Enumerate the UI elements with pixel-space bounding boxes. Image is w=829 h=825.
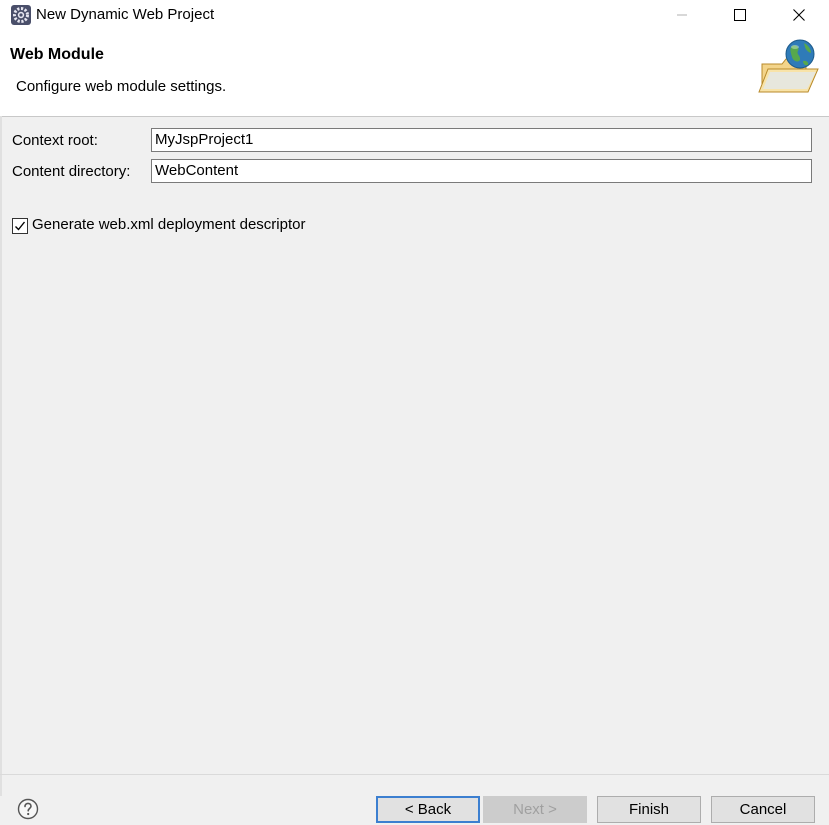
wizard-header: Web Module Configure web module settings… [0,30,829,117]
content-directory-label: Content directory: [12,163,131,180]
minimize-icon [677,14,687,16]
close-icon [793,9,805,21]
page-title: Web Module [10,46,104,63]
context-root-input[interactable]: MyJspProject1 [151,128,812,152]
checkmark-icon [15,221,26,231]
context-root-label: Context root: [12,132,98,149]
cancel-button[interactable]: Cancel [711,796,815,823]
maximize-icon [734,9,746,21]
page-description: Configure web module settings. [16,78,227,95]
web-folder-globe-icon [756,38,822,100]
help-icon[interactable] [17,798,39,820]
dialog-left-edge [0,116,2,796]
title-bar: New Dynamic Web Project [0,0,829,30]
minimize-button[interactable] [659,0,705,30]
back-button[interactable]: < Back [376,796,480,823]
eclipse-gear-icon [10,4,32,26]
generate-descriptor-label[interactable]: Generate web.xml deployment descriptor [32,216,305,233]
close-button[interactable] [776,0,822,30]
footer-separator [0,774,829,775]
next-button[interactable]: Next > [483,796,587,823]
maximize-button[interactable] [717,0,763,30]
content-directory-input[interactable]: WebContent [151,159,812,183]
finish-button[interactable]: Finish [597,796,701,823]
generate-descriptor-checkbox[interactable] [12,218,28,234]
window-title: New Dynamic Web Project [36,6,215,23]
